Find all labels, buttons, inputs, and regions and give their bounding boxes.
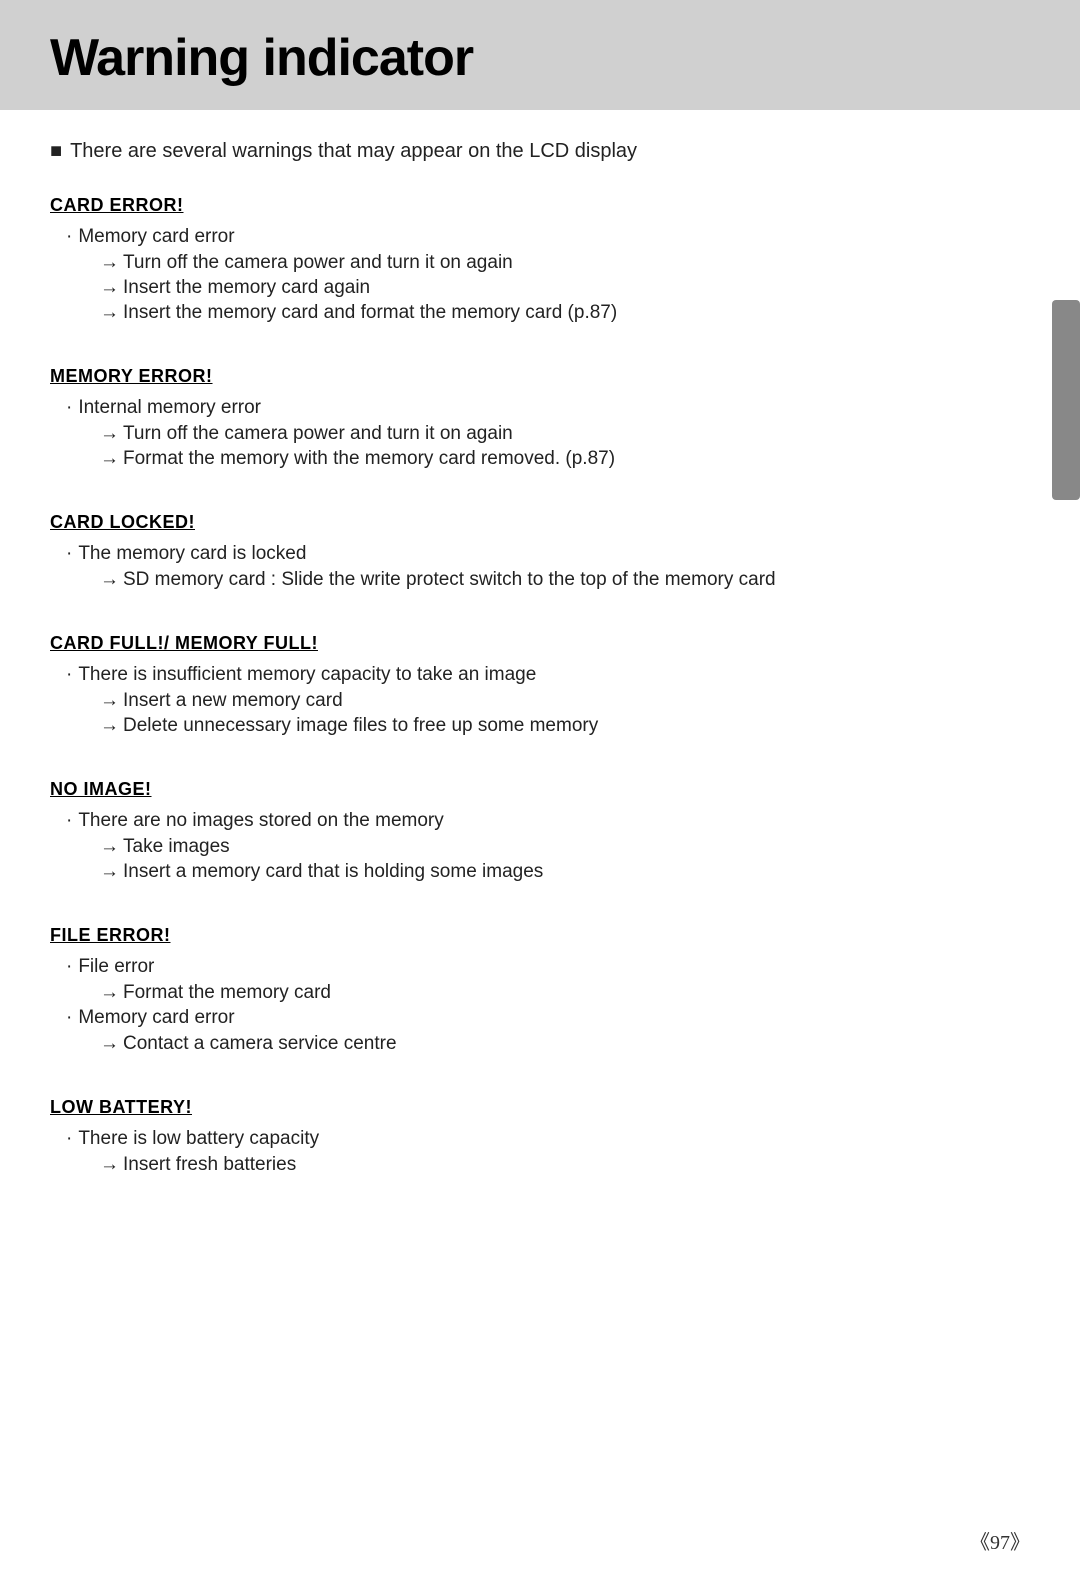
bullet-dot: · — [66, 810, 72, 832]
section-title-memory-error: MEMORY ERROR! — [50, 366, 1030, 387]
section-card-full: CARD FULL!/ MEMORY FULL! · There is insu… — [50, 633, 1030, 737]
list-item: → Insert the memory card again — [100, 277, 1030, 299]
arrow-icon: → — [100, 715, 119, 737]
content-area: ■ There are several warnings that may ap… — [0, 140, 1080, 1298]
bullet-text: There are no images stored on the memory — [78, 810, 443, 832]
bullet-text: There is low battery capacity — [78, 1128, 319, 1150]
list-item: → Insert the memory card and format the … — [100, 302, 1030, 324]
section-title-low-battery: LOW BATTERY! — [50, 1097, 1030, 1118]
page: Warning indicator ■ There are several wa… — [0, 0, 1080, 1585]
intro-line: ■ There are several warnings that may ap… — [50, 140, 1030, 163]
bullet-text: Memory card error — [78, 226, 234, 248]
title-bar: Warning indicator — [0, 0, 1080, 110]
list-item: → SD memory card : Slide the write prote… — [100, 569, 1030, 591]
bullet-text: File error — [78, 956, 154, 978]
bullet-dot: · — [66, 543, 72, 565]
arrow-text: Insert fresh batteries — [123, 1154, 296, 1176]
list-item: · File error — [66, 956, 1030, 978]
arrow-icon: → — [100, 690, 119, 712]
arrow-text: Take images — [123, 836, 230, 858]
arrow-icon: → — [100, 252, 119, 274]
arrow-icon: → — [100, 861, 119, 883]
list-item: · The memory card is locked — [66, 543, 1030, 565]
section-title-card-locked: CARD LOCKED! — [50, 512, 1030, 533]
list-item: → Format the memory card — [100, 982, 1030, 1004]
bullet-dot: · — [66, 664, 72, 686]
intro-text: There are several warnings that may appe… — [70, 140, 637, 163]
bullet-dot: · — [66, 397, 72, 419]
section-no-image: NO IMAGE! · There are no images stored o… — [50, 779, 1030, 883]
section-low-battery: LOW BATTERY! · There is low battery capa… — [50, 1097, 1030, 1176]
list-item: · There is insufficient memory capacity … — [66, 664, 1030, 686]
section-title-card-error: CARD ERROR! — [50, 195, 1030, 216]
arrow-icon: → — [100, 836, 119, 858]
list-item: · Internal memory error — [66, 397, 1030, 419]
arrow-icon: → — [100, 423, 119, 445]
arrow-text: Insert the memory card and format the me… — [123, 302, 617, 324]
list-item: → Insert a new memory card — [100, 690, 1030, 712]
bullet-dot: · — [66, 226, 72, 248]
list-item: · Memory card error — [66, 226, 1030, 248]
scrollbar[interactable] — [1052, 300, 1080, 500]
list-item: → Turn off the camera power and turn it … — [100, 252, 1030, 274]
arrow-text: Turn off the camera power and turn it on… — [123, 423, 513, 445]
bullet-dot: · — [66, 1128, 72, 1150]
arrow-icon: → — [100, 1033, 119, 1055]
bullet-text: Memory card error — [78, 1007, 234, 1029]
section-card-locked: CARD LOCKED! · The memory card is locked… — [50, 512, 1030, 591]
bullet-text: Internal memory error — [78, 397, 261, 419]
bullet-dot: · — [66, 1007, 72, 1029]
arrow-text: Delete unnecessary image files to free u… — [123, 715, 598, 737]
list-item: · There is low battery capacity — [66, 1128, 1030, 1150]
bullet-dot: · — [66, 956, 72, 978]
arrow-icon: → — [100, 1154, 119, 1176]
list-item: · Memory card error — [66, 1007, 1030, 1029]
arrow-icon: → — [100, 569, 119, 591]
list-item: · There are no images stored on the memo… — [66, 810, 1030, 832]
intro-bullet: ■ — [50, 140, 62, 163]
arrow-text: Insert a memory card that is holding som… — [123, 861, 543, 883]
arrow-text: SD memory card : Slide the write protect… — [123, 569, 776, 591]
section-title-no-image: NO IMAGE! — [50, 779, 1030, 800]
page-number: 《97》 — [970, 1526, 1030, 1555]
list-item: → Delete unnecessary image files to free… — [100, 715, 1030, 737]
arrow-icon: → — [100, 302, 119, 324]
list-item: → Take images — [100, 836, 1030, 858]
list-item: → Insert a memory card that is holding s… — [100, 861, 1030, 883]
list-item: → Contact a camera service centre — [100, 1033, 1030, 1055]
section-card-error: CARD ERROR! · Memory card error → Turn o… — [50, 195, 1030, 324]
arrow-text: Insert a new memory card — [123, 690, 343, 712]
bullet-text: The memory card is locked — [78, 543, 306, 565]
page-title: Warning indicator — [50, 28, 1030, 88]
section-title-file-error: FILE ERROR! — [50, 925, 1030, 946]
arrow-icon: → — [100, 277, 119, 299]
list-item: → Turn off the camera power and turn it … — [100, 423, 1030, 445]
arrow-text: Turn off the camera power and turn it on… — [123, 252, 513, 274]
bullet-text: There is insufficient memory capacity to… — [78, 664, 536, 686]
list-item: → Insert fresh batteries — [100, 1154, 1030, 1176]
section-memory-error: MEMORY ERROR! · Internal memory error → … — [50, 366, 1030, 470]
section-title-card-full: CARD FULL!/ MEMORY FULL! — [50, 633, 1030, 654]
arrow-icon: → — [100, 982, 119, 1004]
arrow-text: Format the memory with the memory card r… — [123, 448, 615, 470]
arrow-icon: → — [100, 448, 119, 470]
arrow-text: Contact a camera service centre — [123, 1033, 397, 1055]
list-item: → Format the memory with the memory card… — [100, 448, 1030, 470]
section-file-error: FILE ERROR! · File error → Format the me… — [50, 925, 1030, 1055]
arrow-text: Format the memory card — [123, 982, 331, 1004]
arrow-text: Insert the memory card again — [123, 277, 370, 299]
